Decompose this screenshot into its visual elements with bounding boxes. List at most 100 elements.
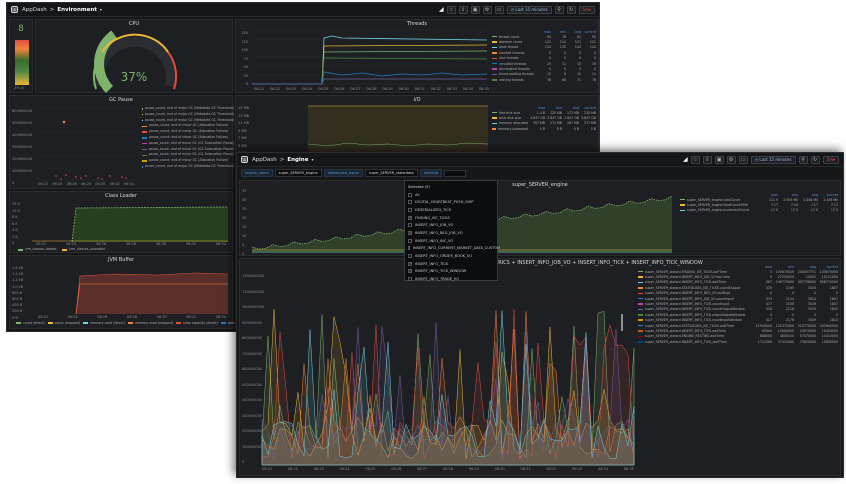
checkbox-checked-icon[interactable]: ✔ [408, 230, 412, 235]
checkbox-icon[interactable] [408, 238, 412, 243]
variable-select-metric[interactable] [444, 169, 467, 177]
legend-row[interactable]: memory promoted 0 B 0 B 0 B 0 B [492, 126, 596, 131]
legend-column-header[interactable]: min [772, 265, 794, 269]
legend-row[interactable]: memory allocated 357 MB 271 MB 287 MB 277 MB [492, 121, 596, 126]
legend-item[interactable]: memory used (direct) [83, 321, 125, 325]
legend-row[interactable]: waiting threads 78 66 71 76 [492, 77, 596, 82]
legend-row[interactable]: thread count 95 78 91 95 [492, 34, 596, 39]
breadcrumb-dashboard[interactable]: Environment [57, 7, 97, 13]
checkbox-checked-icon[interactable]: ✔ [408, 261, 412, 266]
legend-row[interactable]: super_SERVER_statsrd.INSERT_INFO_JOB_VO.… [638, 296, 838, 301]
grid-icon[interactable]: ▦ [11, 6, 18, 13]
gear-icon[interactable]: ⚙ [726, 155, 736, 164]
checkbox-icon[interactable] [408, 192, 412, 197]
add-panel-icon[interactable]: ◢ [439, 6, 444, 13]
chevron-down-icon[interactable]: ▾ [100, 7, 102, 12]
legend-row[interactable]: super_SERVER_engine.fixedCount99th 7.17 7.… [680, 202, 838, 207]
legend-column-header[interactable]: max [758, 193, 778, 197]
checkbox-icon[interactable] [408, 254, 412, 259]
star-icon[interactable]: ☆ [446, 5, 456, 14]
checkbox-icon[interactable] [408, 277, 412, 282]
dropdown-option[interactable]: ✔ FINDING_ISE_TICKS [408, 214, 494, 222]
breadcrumb-app[interactable]: AppDash [22, 7, 47, 13]
legend-item[interactable]: jvm_classes_unloaded [62, 247, 105, 253]
dropdown-option[interactable]: All [408, 191, 494, 199]
tv-mode-icon[interactable]: ▭ [738, 155, 748, 164]
legend-column-header[interactable]: avg [566, 30, 581, 34]
legend-row[interactable]: super_SERVER_statsrd.ENGINE_RECTIBS.wall… [638, 334, 838, 339]
dropdown-option[interactable]: ✔ INSERT_INFO_BEG_JOB_VO [408, 229, 494, 237]
legend-column-header[interactable]: min [551, 30, 566, 34]
tv-mode-icon[interactable]: ▭ [494, 5, 504, 14]
legend-row[interactable]: super_SERVER_statsrd.STATS4DATA_ISE_TICK… [638, 285, 838, 290]
checkbox-checked-icon[interactable]: ✔ [408, 269, 412, 274]
legend-column-header[interactable]: avg [794, 265, 816, 269]
checkbox-icon[interactable] [408, 200, 412, 205]
legend-column-header[interactable]: min [545, 106, 562, 110]
dropdown-option[interactable]: INSERT_INFO_TRADE_VO [408, 275, 494, 283]
legend-row[interactable]: free disk size 1.4 B 120 MB 172 MB 235 MB [492, 110, 596, 115]
dropdown-option[interactable]: INSERT_INFO_CURRENT_MARKET_DATA_CUSTOM [408, 245, 500, 253]
legend-column-header[interactable]: avg [562, 106, 579, 110]
legend-row[interactable]: super_SERVER_statsrd.INSERT_INFO_TICK_wa… [638, 339, 838, 344]
save-icon[interactable]: ▣ [714, 155, 724, 164]
breadcrumb-app[interactable]: AppDash [252, 157, 277, 163]
checkbox-icon[interactable] [408, 207, 412, 212]
time-picker[interactable]: ◷ Last 15 minutes [750, 155, 796, 164]
share-icon[interactable]: ⇪ [702, 155, 712, 164]
legend-column-header[interactable]: current [816, 265, 839, 269]
metric-multiselect-dropdown[interactable]: Selected (5) All DIGITAL_HEARTBEAT_PUSH_S… [404, 180, 500, 283]
dropdown-option[interactable]: DESERIALIZED_TICK [408, 206, 494, 214]
dropdown-option[interactable]: INSERT_INFO_JOB_VO [408, 221, 494, 229]
legend-column-header[interactable]: current [818, 193, 839, 197]
legend-row[interactable]: terminated threads 0 0 0 0 [492, 66, 596, 71]
grid-icon[interactable]: ▦ [241, 156, 248, 163]
dropdown-option[interactable]: ✔ INSERT_INFO_TICK_WINDOW [408, 268, 494, 276]
legend-row[interactable]: super_SERVER_statsrd.INSERT_INFO_TICK.wa… [638, 280, 838, 285]
legend-row[interactable]: super_SERVER_statsrd.STATS4DATA_ISE_TICK… [638, 323, 838, 328]
legend-column-header[interactable]: max [536, 30, 551, 34]
time-picker[interactable]: ◷ Last 15 minutes [506, 5, 552, 14]
checkbox-checked-icon[interactable]: ✔ [408, 215, 412, 220]
refresh-icon[interactable]: ↻ [810, 155, 820, 164]
legend-column-header[interactable] [680, 193, 758, 197]
legend-row[interactable]: blocked threads 0 0 0 0 [492, 50, 596, 55]
legend-row[interactable]: super_SERVER_engine.totalCount 111.9 2.959… [680, 197, 838, 202]
star-icon[interactable]: ☆ [690, 155, 700, 164]
dropdown-option[interactable]: INSERT_INFO_INC_VO [408, 237, 494, 245]
dropdown-option[interactable]: ✔ INSERT_INFO_TICK [408, 260, 494, 268]
legend-row[interactable]: super_SERVER_statsrd.INSERT_INFO_TICK.co… [638, 307, 838, 312]
dropdown-selected-count[interactable]: Selected (5) [408, 183, 494, 191]
legend-column-header[interactable]: max [528, 106, 545, 110]
legend-row[interactable]: timed-waiting threads 12 8 10 11 [492, 72, 596, 77]
zoom-out-icon[interactable]: ⚲ [554, 5, 564, 14]
legend-row[interactable]: total disk size 3.847 GB 3.847 GB 3.847 GB 3… [492, 115, 596, 120]
chevron-down-icon[interactable]: ▾ [311, 157, 313, 162]
save-icon[interactable]: ▣ [470, 5, 480, 14]
legend-column-header[interactable] [492, 106, 528, 110]
dropdown-option[interactable]: INSERT_INFO_ORDER_BOOK_VO [408, 252, 494, 260]
refresh-icon[interactable]: ↻ [566, 5, 576, 14]
legend-item[interactable]: pause_count, end of major GC (Metadata G… [142, 164, 234, 170]
legend-item[interactable]: count (direct) [16, 321, 45, 325]
legend-row[interactable]: super_SERVER_statsrd.INSERT_INFO_BEG_VO.… [638, 291, 838, 296]
legend-row[interactable]: daemon count 122 110 121 122 [492, 39, 596, 44]
refresh-interval[interactable]: 5m▾ [578, 5, 595, 14]
legend-row[interactable]: super_SERVER_statsrd.INSERT_INFO_TICK.co… [638, 318, 838, 323]
legend-row[interactable]: super_SERVER_statsrd.INSERT_INFO_TICK.co… [638, 301, 838, 306]
legend-column-header[interactable] [492, 30, 536, 34]
legend-row[interactable]: super_SERVER_statsrd.INSERT_INFO_TICK.wa… [638, 328, 838, 333]
variable-select-engine[interactable]: super_SERVER_engine [274, 169, 322, 177]
zoom-out-icon[interactable]: ⚲ [798, 155, 808, 164]
legend-item[interactable]: memory used (mapped) [127, 321, 173, 325]
legend-column-header[interactable]: max [750, 265, 772, 269]
legend-column-header[interactable]: avg [798, 193, 818, 197]
legend-column-header[interactable]: current [581, 30, 597, 34]
dropdown-option[interactable]: DIGITAL_HEARTBEAT_PUSH_SHIP [408, 198, 494, 206]
legend-column-header[interactable]: current [579, 106, 597, 110]
legend-row[interactable]: peak thread 144 132 144 144 [492, 45, 596, 50]
variable-select-datasource[interactable]: super_SERVER_statsrdata [364, 169, 418, 177]
legend-row[interactable]: super_SERVER_engine.incrementCount 17.0 17… [680, 208, 838, 213]
legend-item[interactable]: count (mapped) [47, 321, 80, 325]
legend-row[interactable]: runnable threads 20 11 15 18 [492, 61, 596, 66]
